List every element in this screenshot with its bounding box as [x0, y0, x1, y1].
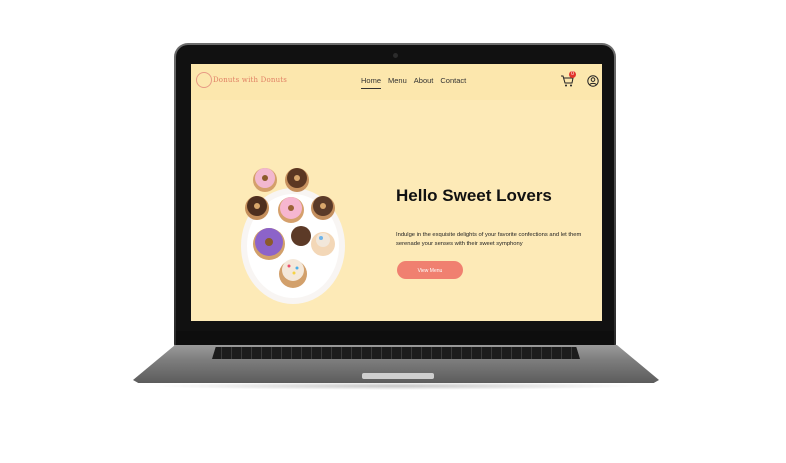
laptop-screen: Donuts with Donuts Home Menu About Conta…	[191, 64, 602, 321]
hero-description: Indulge in the exquisite delights of you…	[396, 232, 582, 247]
donut-plate-image	[241, 168, 345, 304]
nav-menu[interactable]: Menu	[388, 76, 407, 89]
laptop-hinge	[176, 331, 614, 345]
laptop-notch	[362, 373, 434, 379]
nav-contact[interactable]: Contact	[440, 76, 466, 89]
laptop-shadow	[150, 382, 642, 390]
nav-about[interactable]: About	[414, 76, 434, 89]
laptop-keyboard	[212, 347, 580, 359]
user-icon[interactable]	[587, 75, 599, 87]
logo-text[interactable]: Donuts with Donuts	[213, 76, 287, 84]
logo-icon[interactable]	[196, 72, 212, 88]
view-menu-button[interactable]: View Menu	[397, 261, 463, 279]
cart-count-badge: 0	[569, 71, 576, 78]
site-navbar: Donuts with Donuts Home Menu About Conta…	[191, 64, 602, 100]
nav-links: Home Menu About Contact	[361, 76, 466, 89]
camera-icon	[393, 53, 398, 58]
nav-home[interactable]: Home	[361, 76, 382, 89]
hero-title: Hello Sweet Lovers	[396, 186, 552, 205]
